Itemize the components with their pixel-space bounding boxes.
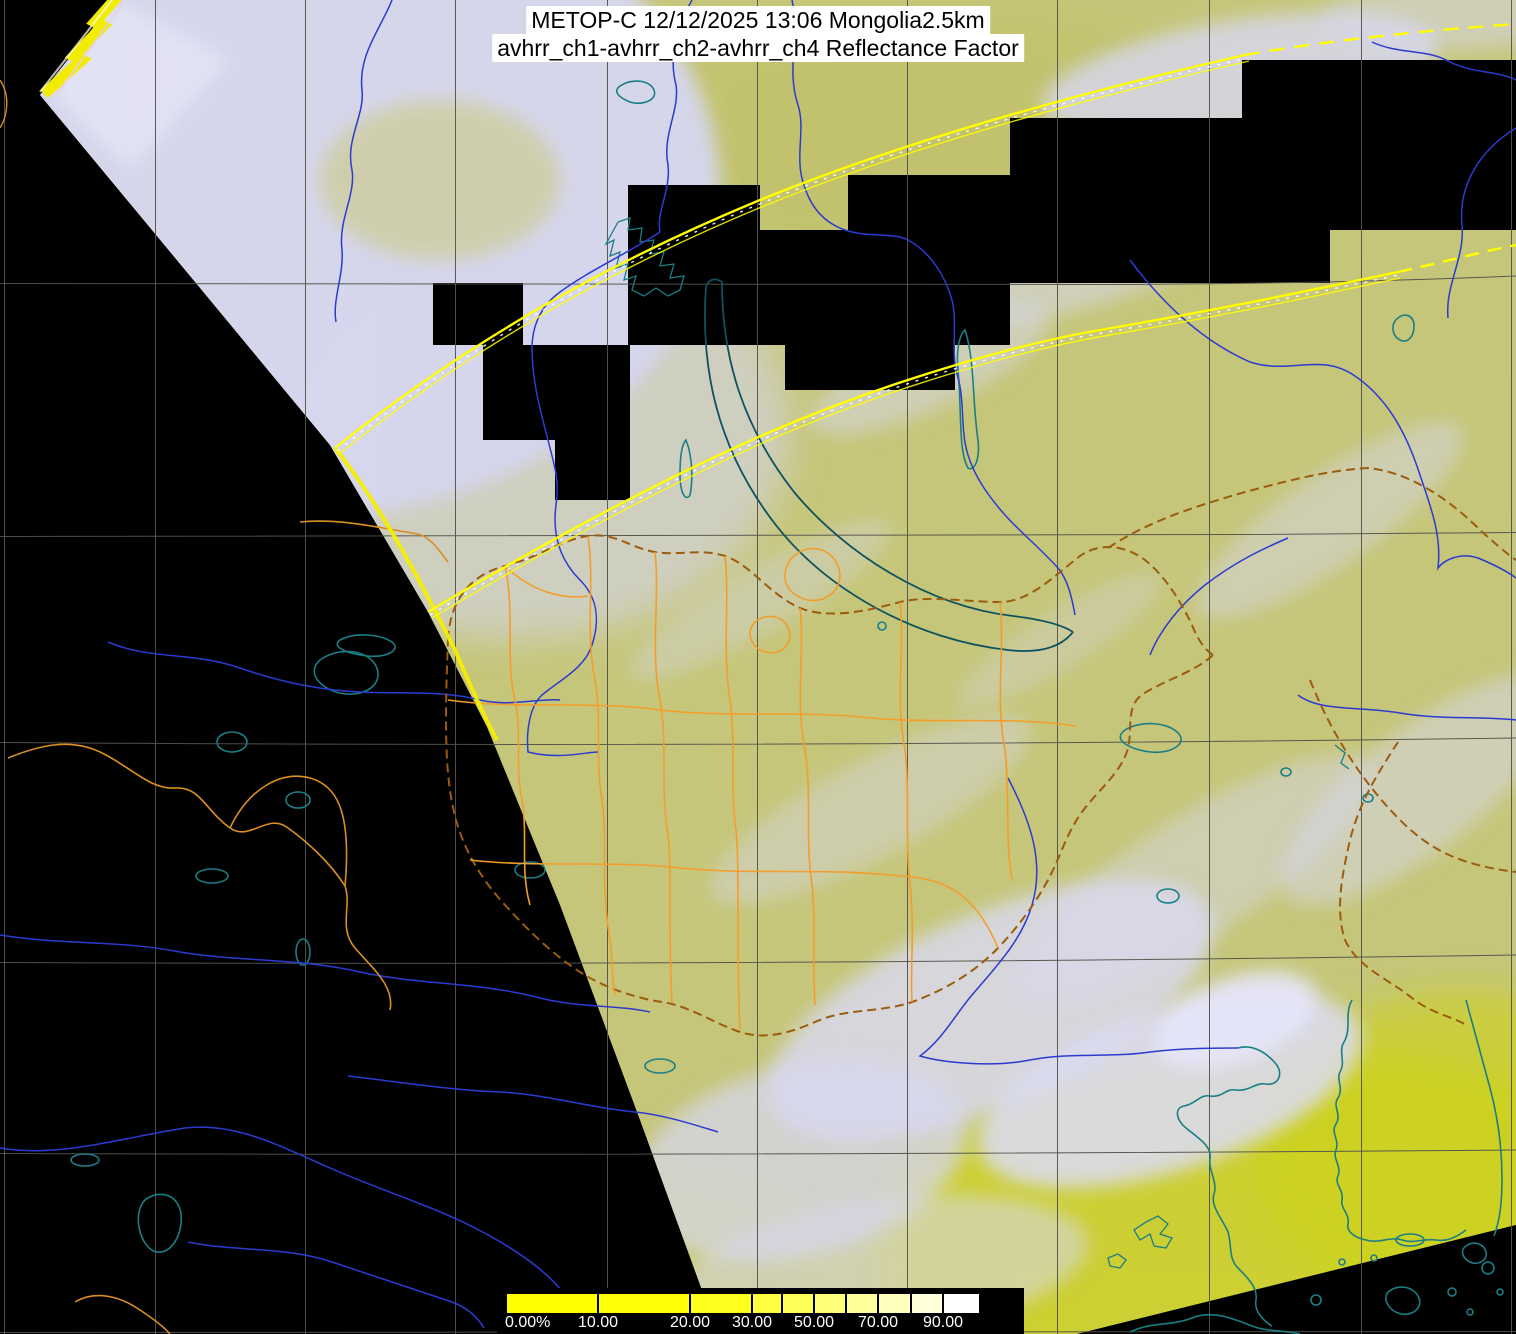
colorbar-label: 30.00 [731, 1314, 773, 1331]
colorbar-segment [879, 1294, 912, 1313]
colorbar-label: 90.00 [922, 1314, 964, 1331]
colorbar-label: 50.00 [793, 1314, 835, 1331]
colorbar-label: 10.00 [577, 1314, 619, 1331]
satellite-image-viewer: METOP-C 12/12/2025 13:06 Mongolia2.5km a… [0, 0, 1516, 1334]
colorbar-label: 70.00 [857, 1314, 899, 1331]
colorbar-segment [912, 1294, 944, 1313]
title-line-1: METOP-C 12/12/2025 13:06 Mongolia2.5km [526, 6, 990, 34]
colorbar-segment [815, 1294, 847, 1313]
colorbar-segment [783, 1294, 815, 1313]
colorbar-label: 0.00% [505, 1314, 551, 1331]
colorbar-segment [847, 1294, 879, 1313]
map-title: METOP-C 12/12/2025 13:06 Mongolia2.5km a… [492, 6, 1024, 62]
colorbar-segment [599, 1294, 691, 1313]
satellite-map-canvas [0, 0, 1516, 1334]
colorbar-segment [944, 1294, 979, 1313]
colorbar-label: 20.00 [669, 1314, 711, 1331]
colorbar-scale [506, 1293, 980, 1314]
colorbar-segment [507, 1294, 599, 1313]
title-line-2: avhrr_ch1-avhrr_ch2-avhrr_ch4 Reflectanc… [492, 34, 1024, 62]
colorbar: 0.00% 10.00 20.00 30.00 50.00 70.00 90.00 [497, 1288, 1024, 1334]
colorbar-segment [691, 1294, 753, 1313]
colorbar-segment [753, 1294, 783, 1313]
